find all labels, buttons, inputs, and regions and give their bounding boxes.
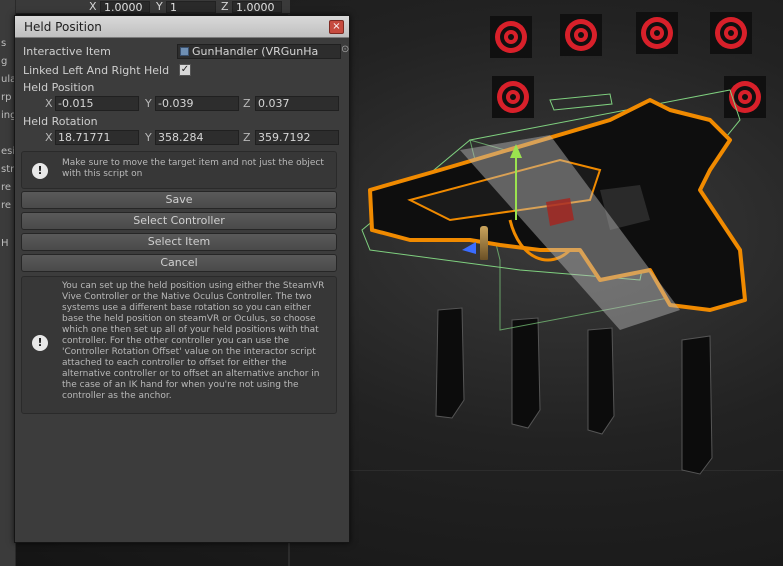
scale-x-field[interactable]: 1.0000 [100,1,150,14]
side-fragment: re [1,200,12,211]
target-board-3 [636,12,678,54]
script-object-icon [180,47,189,56]
rotation-x-label: X [45,131,53,144]
window-content: Interactive Item GunHandler (VRGunHa ⊙ L… [21,41,349,539]
side-fragment: re [1,182,12,193]
position-x-label: X [45,97,53,110]
window-titlebar[interactable]: Held Position × [15,16,349,38]
window-title: Held Position [24,20,102,34]
rotation-y-label: Y [145,131,152,144]
scale-x-label: X [89,0,97,13]
linked-checkbox[interactable]: ✓ [179,64,191,76]
held-rotation-label: Held Rotation [23,115,98,128]
close-button[interactable]: × [329,20,344,34]
interactive-item-field[interactable]: GunHandler (VRGunHa [177,44,341,59]
rotation-z-label: Z [243,131,251,144]
info-icon: ! [32,163,48,179]
held-rotation-vector: X 18.71771 Y 358.284 Z 359.7192 [21,130,345,146]
held-position-label: Held Position [23,81,95,94]
linked-row: Linked Left And Right Held ✓ [21,63,345,79]
rotation-x-field[interactable]: 18.71771 [55,130,139,145]
side-fragment: g [1,56,8,67]
select-controller-button[interactable]: Select Controller [21,212,337,230]
inspector-transform-scale-row: le X 1.0000 Y 1 Z 1.0000 [0,0,290,14]
select-item-button[interactable]: Select Item [21,233,337,251]
help-text-controller-setup: You can set up the held position using e… [62,281,325,401]
interactive-item-row: Interactive Item GunHandler (VRGunHa ⊙ [21,44,349,60]
rotation-y-field[interactable]: 358.284 [155,130,239,145]
target-board-1 [490,16,532,58]
rotation-z-field[interactable]: 359.7192 [255,130,339,145]
scale-z-label: Z [221,0,229,13]
interactive-item-label: Interactive Item [23,45,111,58]
gun-model[interactable] [350,80,770,380]
position-y-label: Y [145,97,152,110]
position-y-field[interactable]: -0.039 [155,96,239,111]
save-button[interactable]: Save [21,191,337,209]
object-picker-icon[interactable]: ⊙ [341,44,349,55]
help-box-controller-setup: ! You can set up the held position using… [21,276,337,414]
position-z-label: Z [243,97,251,110]
target-board-4 [710,12,752,54]
scale-y-field[interactable]: 1 [166,1,216,14]
interactive-item-value: GunHandler (VRGunHa [192,45,319,58]
bullet [480,226,488,260]
scale-y-label: Y [156,0,163,13]
side-fragment: rp [1,92,12,103]
side-fragment: s [1,38,7,49]
help-text-move-target: Make sure to move the target item and no… [62,158,324,179]
target-board-2 [560,14,602,56]
side-fragment: str [1,164,15,175]
info-icon: ! [32,335,48,351]
side-fragment: H [1,238,9,249]
scale-z-field[interactable]: 1.0000 [232,1,282,14]
help-box-move-target: ! Make sure to move the target item and … [21,151,337,189]
position-x-field[interactable]: -0.015 [55,96,139,111]
linked-label: Linked Left And Right Held [23,64,170,77]
held-position-vector: X -0.015 Y -0.039 Z 0.037 [21,96,345,112]
cancel-button[interactable]: Cancel [21,254,337,272]
position-z-field[interactable]: 0.037 [255,96,339,111]
held-position-window: Held Position × Interactive Item GunHand… [14,15,350,543]
